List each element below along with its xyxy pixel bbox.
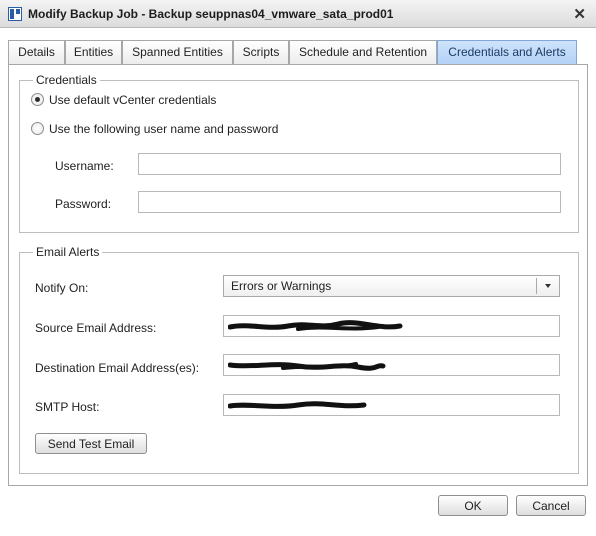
app-window-icon xyxy=(8,7,22,21)
close-icon[interactable]: ✕ xyxy=(573,5,586,23)
credentials-legend: Credentials xyxy=(36,73,97,87)
password-input[interactable] xyxy=(138,191,561,213)
email-alerts-legend: Email Alerts xyxy=(36,245,100,259)
source-email-input[interactable] xyxy=(223,315,560,337)
notify-on-select[interactable]: Errors or Warnings xyxy=(223,275,560,297)
password-label: Password: xyxy=(55,197,112,211)
redacted-scribble xyxy=(228,401,367,409)
custom-credentials-label[interactable]: Use the following user name and password xyxy=(49,122,278,136)
destination-email-input[interactable] xyxy=(223,354,560,376)
redacted-scribble xyxy=(228,362,386,371)
smtp-host-label: SMTP Host: xyxy=(35,400,100,414)
title-bar: Modify Backup Job - Backup seuppnas04_vm… xyxy=(0,0,596,28)
tab-credentials-and-alerts[interactable]: Credentials and Alerts xyxy=(437,40,577,64)
select-divider xyxy=(536,278,537,294)
ok-button[interactable]: OK xyxy=(438,495,508,516)
tab-scripts[interactable]: Scripts xyxy=(233,40,289,64)
tab-schedule-and-retention[interactable]: Schedule and Retention xyxy=(289,40,437,64)
redacted-scribble xyxy=(228,320,403,331)
tab-panel-credentials-and-alerts: Credentials Use default vCenter credenti… xyxy=(8,64,588,486)
destination-email-label: Destination Email Address(es): xyxy=(35,361,200,375)
tab-spanned-entities[interactable]: Spanned Entities xyxy=(122,40,233,64)
default-credentials-radio[interactable] xyxy=(31,93,44,106)
notify-on-label: Notify On: xyxy=(35,281,89,295)
source-email-label: Source Email Address: xyxy=(35,321,157,335)
tab-entities[interactable]: Entities xyxy=(65,40,122,64)
tab-details[interactable]: Details xyxy=(8,40,65,64)
notify-on-selected-value: Errors or Warnings xyxy=(231,279,332,293)
cancel-button[interactable]: Cancel xyxy=(516,495,586,516)
username-label: Username: xyxy=(55,159,114,173)
window-title: Modify Backup Job - Backup seuppnas04_vm… xyxy=(28,7,394,21)
username-input[interactable] xyxy=(138,153,561,175)
smtp-host-input[interactable] xyxy=(223,394,560,416)
default-credentials-label[interactable]: Use default vCenter credentials xyxy=(49,93,216,107)
send-test-email-button[interactable]: Send Test Email xyxy=(35,433,147,454)
custom-credentials-radio[interactable] xyxy=(31,122,44,135)
chevron-down-icon[interactable] xyxy=(545,284,551,288)
